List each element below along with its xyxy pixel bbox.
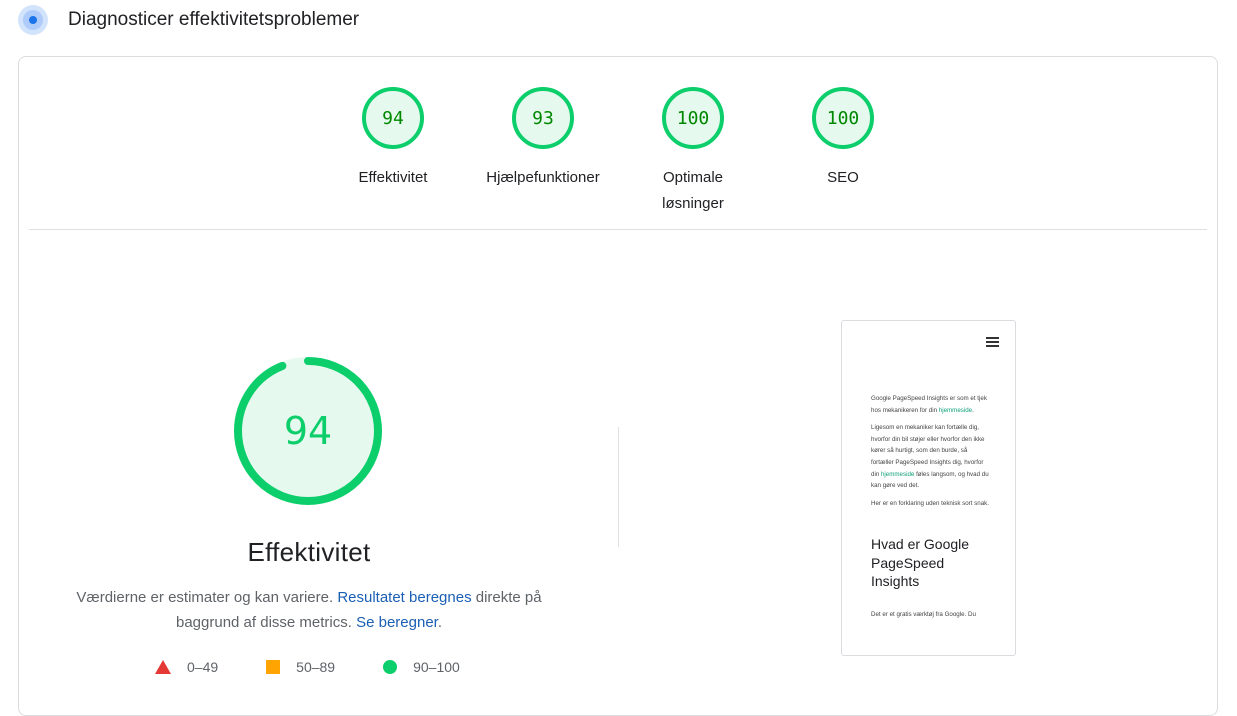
legend-label: 0–49 bbox=[187, 659, 219, 675]
main-score-title: Effektivitet bbox=[247, 537, 371, 567]
gauge-performance[interactable]: 94 Effektivitet bbox=[323, 87, 463, 191]
calculation-link[interactable]: Resultatet beregnes bbox=[337, 589, 471, 606]
screenshot-paragraph: Her er en forklaring uden teknisk sort s… bbox=[871, 499, 989, 507]
gauge-label: Optimale løsninger bbox=[662, 169, 724, 212]
gauge-ring: 94 bbox=[362, 87, 424, 149]
screenshot-heading: Hvad er Google PageSpeed Insights bbox=[871, 536, 970, 590]
gauge-best-practices[interactable]: 100 Optimale løsninger bbox=[623, 87, 763, 217]
gauge-ring: 100 bbox=[662, 87, 724, 149]
gauge-ring: 93 bbox=[512, 87, 574, 149]
legend-label: 90–100 bbox=[413, 659, 460, 675]
score-legend: 0–49 50–89 90–100 bbox=[155, 659, 508, 675]
gauge-score: 94 bbox=[382, 107, 404, 129]
gauge-label: Effektivitet bbox=[358, 169, 428, 186]
square-orange-icon bbox=[266, 660, 281, 674]
page-screenshot[interactable]: Google PageSpeed Insights er som et tjek… bbox=[841, 320, 1016, 656]
gauge-seo[interactable]: 100 SEO bbox=[773, 87, 913, 191]
legend-pass: 90–100 bbox=[383, 659, 460, 675]
note-text: . bbox=[437, 614, 442, 631]
legend-fail: 0–49 bbox=[155, 659, 218, 675]
screenshot-content: Google PageSpeed Insights er som et tjek… bbox=[871, 393, 991, 626]
gauge-score: 93 bbox=[532, 107, 554, 129]
screenshot-paragraph: Google PageSpeed Insights er som et tjek… bbox=[871, 395, 987, 414]
page-title: Diagnosticer effektivitetsproblemer bbox=[68, 9, 360, 30]
note-text: Værdierne er estimater og kan variere. bbox=[76, 589, 338, 606]
screenshot-paragraph: Det er et gratis værktøj fra Google. Du bbox=[871, 610, 976, 618]
category-gauges: 94 Effektivitet 93 Hjælpefunktioner 100 … bbox=[19, 87, 1217, 237]
divider bbox=[29, 229, 1207, 230]
screenshot-paragraph: Ligesom en mekaniker kan fortælle dig, h… bbox=[871, 424, 989, 490]
gauge-accessibility[interactable]: 93 Hjælpefunktioner bbox=[473, 87, 613, 191]
circle-green-icon bbox=[383, 660, 398, 674]
gauge-label: SEO bbox=[827, 169, 859, 186]
section-header: Diagnosticer effektivitetsproblemer bbox=[18, 4, 359, 36]
vertical-divider bbox=[618, 427, 619, 547]
gauge-icon bbox=[18, 5, 48, 35]
calculator-link[interactable]: Se beregner bbox=[356, 614, 438, 631]
main-score-gauge: 94 bbox=[234, 357, 382, 505]
score-note: Værdierne er estimater og kan variere. R… bbox=[69, 585, 549, 635]
legend-label: 50–89 bbox=[296, 659, 336, 675]
gauge-label: Hjælpefunktioner bbox=[486, 169, 600, 186]
hamburger-menu-icon bbox=[986, 337, 999, 349]
report-card: 94 Effektivitet 93 Hjælpefunktioner 100 … bbox=[18, 56, 1218, 716]
gauge-ring: 100 bbox=[812, 87, 874, 149]
triangle-red-icon bbox=[155, 660, 171, 674]
gauge-score: 100 bbox=[826, 107, 860, 129]
gauge-score: 100 bbox=[676, 107, 710, 129]
legend-average: 50–89 bbox=[266, 659, 335, 675]
main-score-value: 94 bbox=[284, 409, 332, 453]
